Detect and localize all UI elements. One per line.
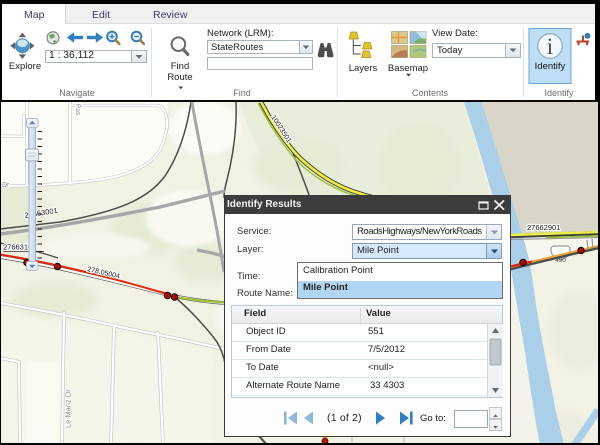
svg-text:i: i xyxy=(547,34,553,59)
svg-text:490: 490 xyxy=(555,257,566,264)
svg-text:27662901: 27662901 xyxy=(527,223,560,232)
svg-text:Pas: Pas xyxy=(74,104,81,116)
svg-text:Le Manz Dr: Le Manz Dr xyxy=(64,389,73,428)
svg-text:Dr: Dr xyxy=(2,182,10,189)
